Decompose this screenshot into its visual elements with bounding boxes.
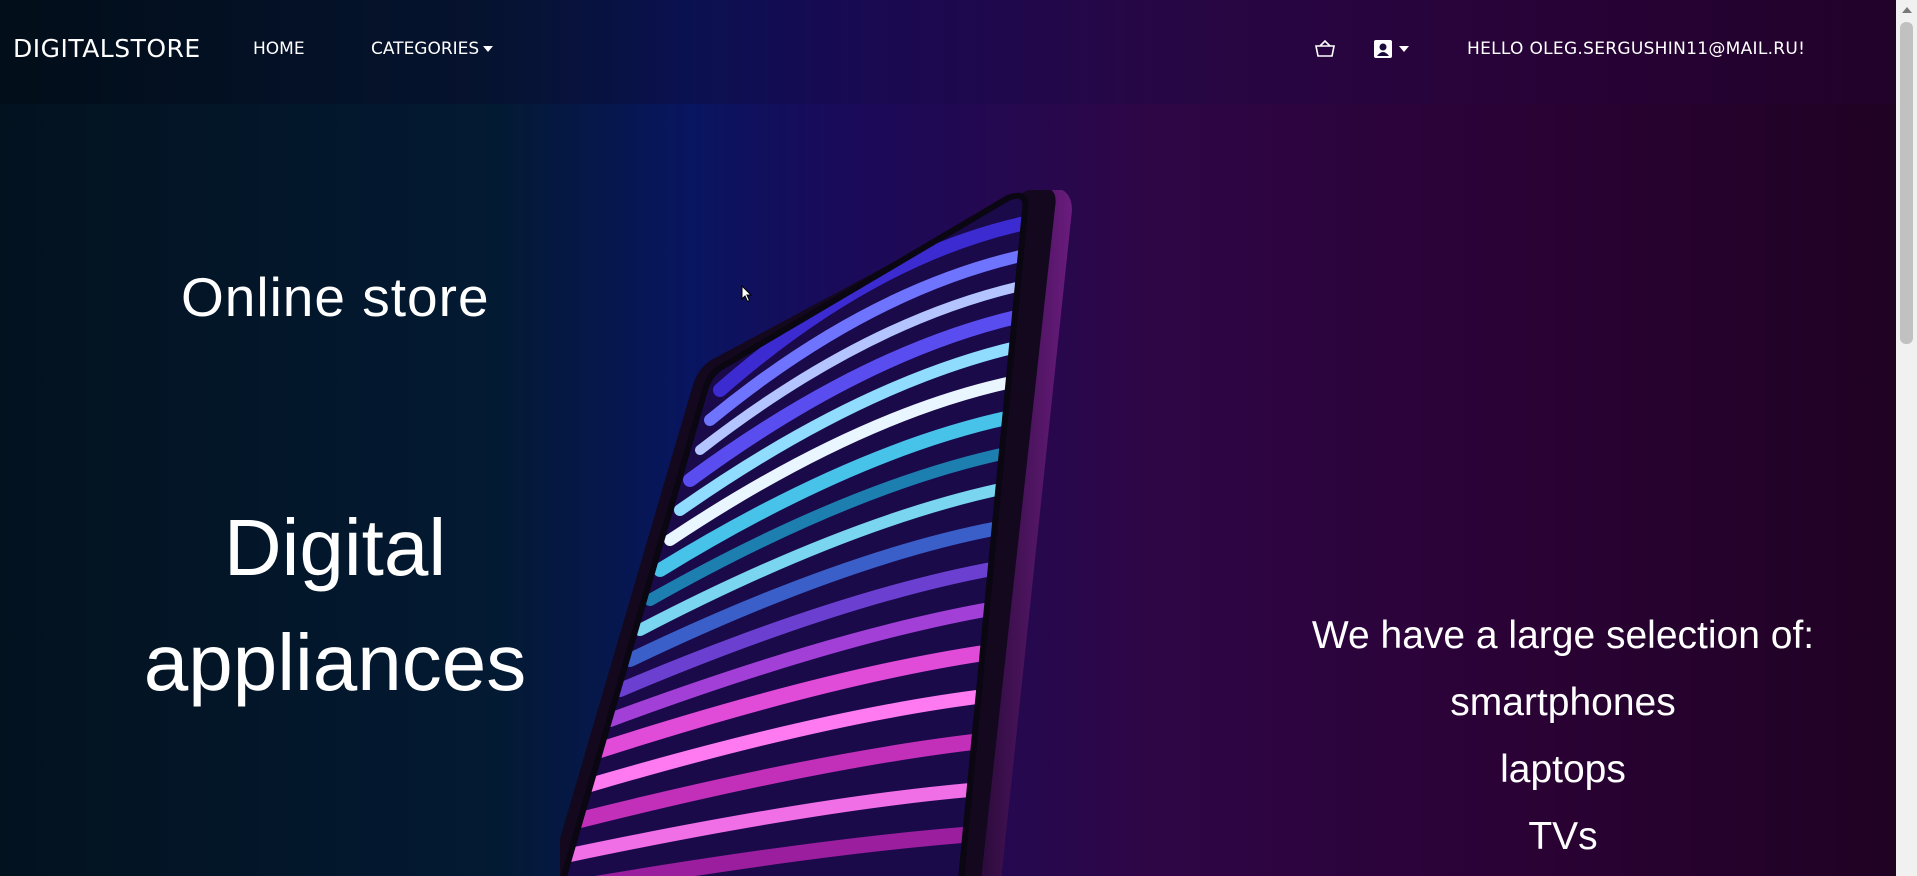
selection-item-smartphones: smartphones	[1450, 681, 1676, 724]
scroll-up-arrow-icon[interactable]	[1902, 7, 1912, 13]
chevron-down-icon	[483, 46, 494, 52]
hero-title-line-1: Digital	[223, 503, 447, 592]
basket-icon	[1315, 39, 1335, 57]
account-menu-button[interactable]	[1373, 39, 1409, 63]
hero-subtitle: Online store	[181, 266, 490, 328]
scrollbar-thumb[interactable]	[1900, 22, 1913, 344]
nav-home-link[interactable]: HOME	[253, 39, 305, 59]
user-greeting[interactable]: HELLO OLEG.SERGUSHIN11@MAIL.RU!	[1467, 39, 1805, 59]
nav-categories-dropdown[interactable]: CATEGORIES	[371, 39, 494, 59]
vertical-scrollbar[interactable]	[1896, 0, 1917, 876]
nav-categories-label: CATEGORIES	[371, 39, 480, 59]
cart-button[interactable]	[1315, 39, 1335, 62]
mouse-cursor-icon	[741, 284, 753, 307]
selection-intro: We have a large selection of:	[1311, 614, 1815, 657]
brand-logo-link[interactable]: DIGITALSTORE	[13, 34, 201, 63]
chevron-down-icon	[1399, 46, 1409, 52]
page: DIGITALSTORE HOME CATEGORIES HELLO OLEG.…	[0, 0, 1896, 876]
selection-item-tvs: TVs	[1528, 815, 1598, 858]
selection-list: We have a large selection of: smartphone…	[1283, 602, 1843, 870]
user-portrait-icon	[1374, 40, 1392, 58]
tablet-hero-image	[549, 185, 1280, 876]
selection-item-laptops: laptops	[1500, 748, 1626, 791]
hero-title-line-2: appliances	[143, 618, 527, 707]
top-navbar: DIGITALSTORE HOME CATEGORIES HELLO OLEG.…	[0, 0, 1896, 104]
hero-title: Digital appliances	[100, 490, 570, 720]
